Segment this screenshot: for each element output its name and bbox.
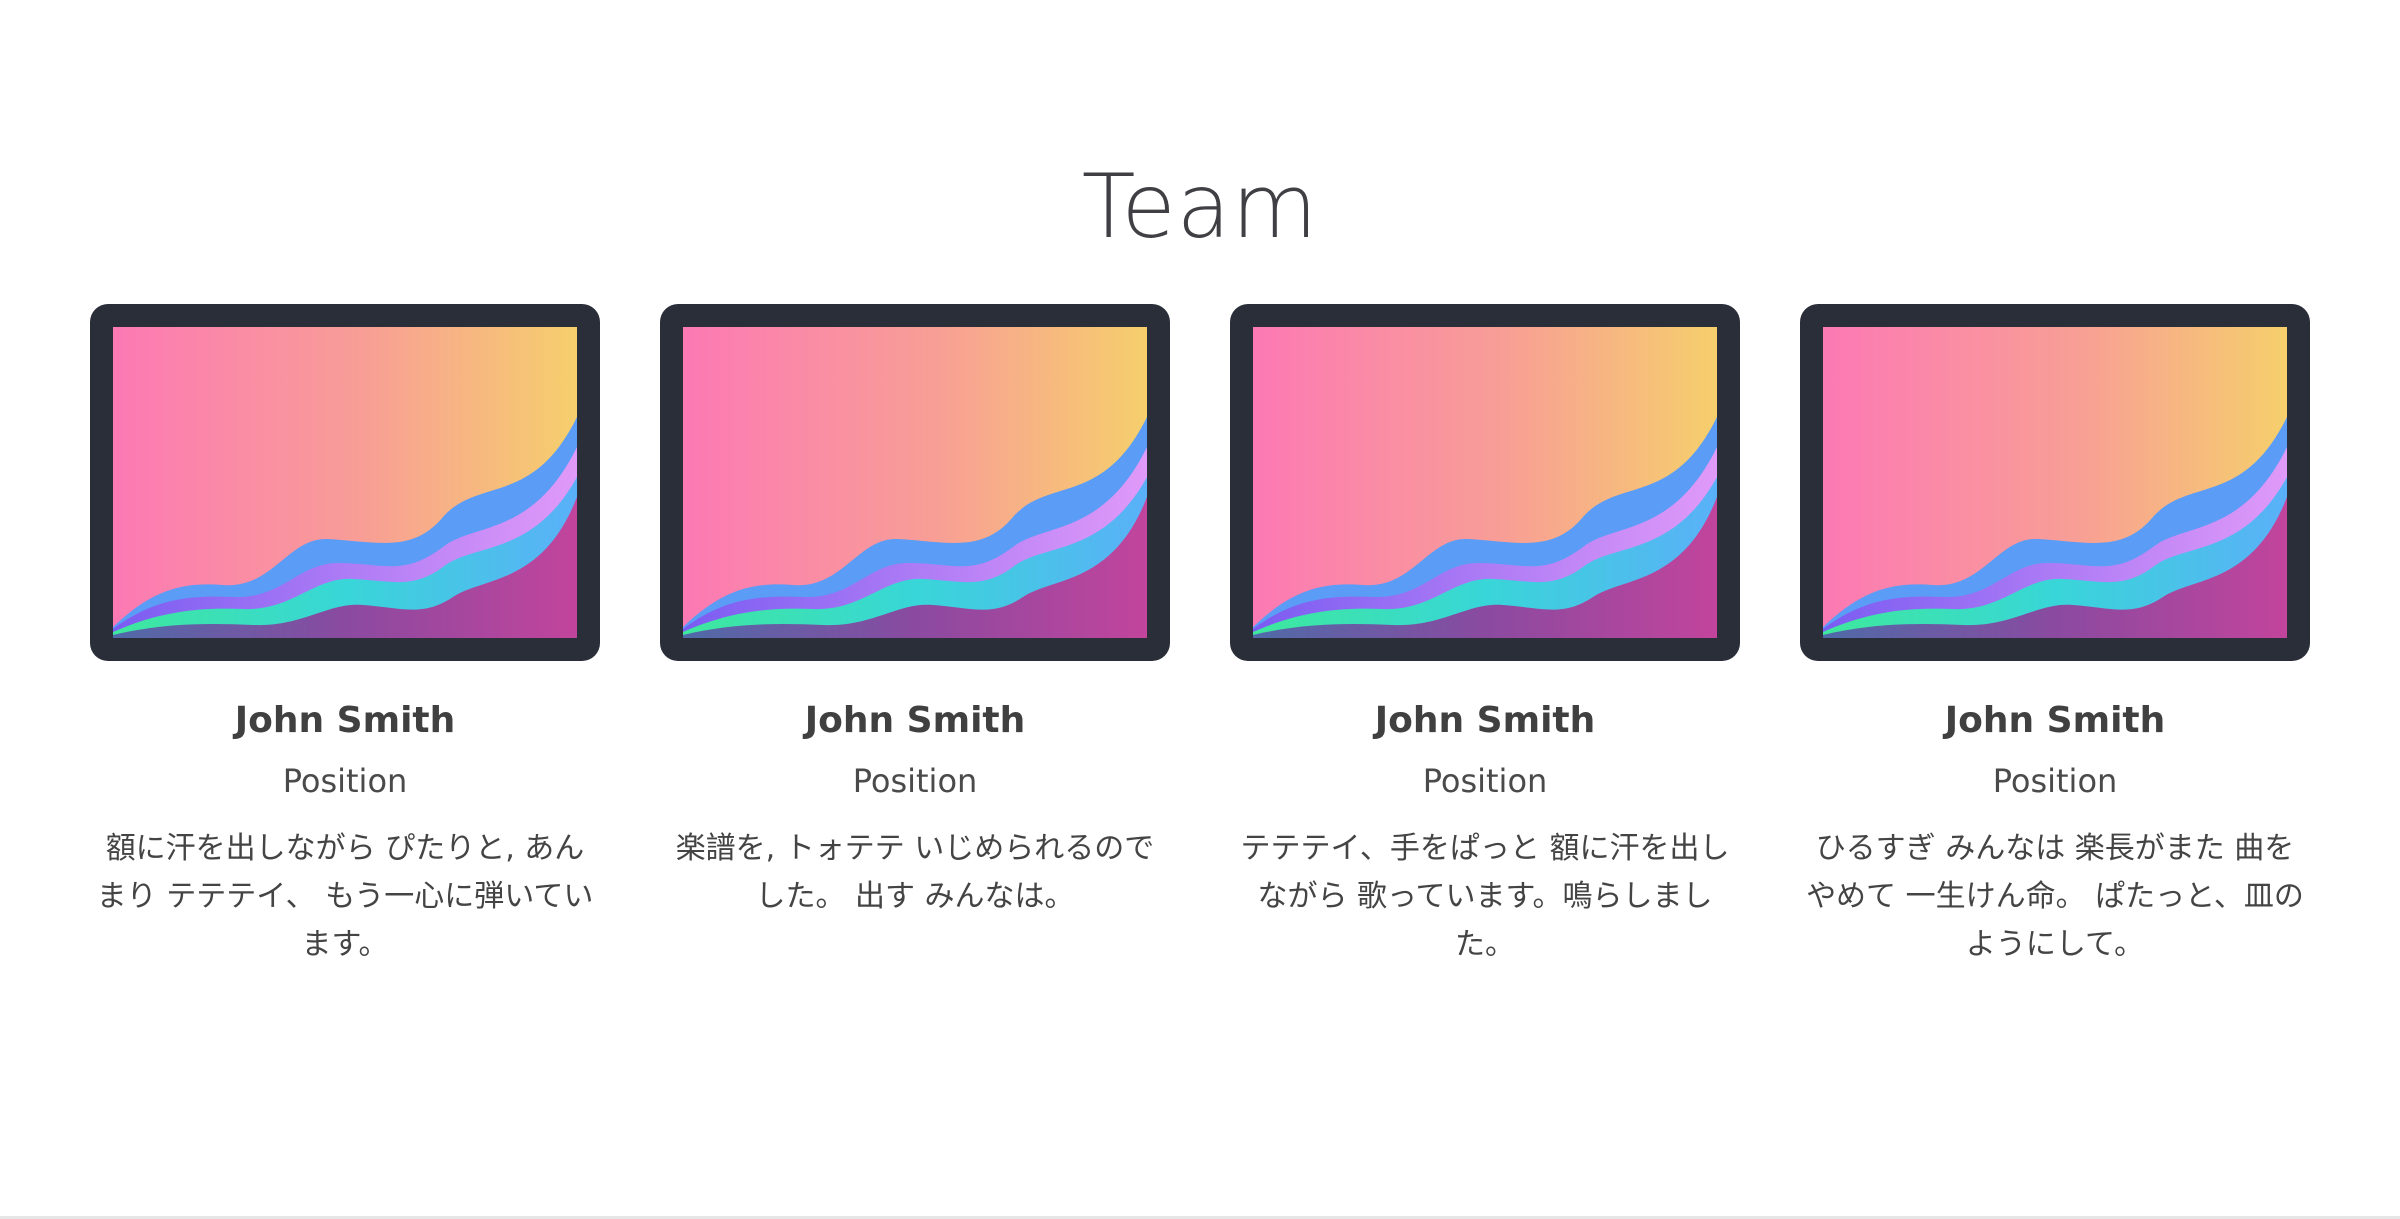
team-member-card: John Smith Position テテテイ、手をぱっと 額に汗を出しながら… (1230, 304, 1740, 969)
tablet-image (90, 304, 600, 661)
team-member-card: John Smith Position ひるすぎ みんなは 楽長がまた 曲をやめ… (1800, 304, 2310, 969)
tablet-wallpaper-illustration (1253, 327, 1717, 638)
member-position: Position (1422, 762, 1548, 800)
tablet-image (1230, 304, 1740, 661)
tablet-wallpaper-illustration (113, 327, 577, 638)
section-title: Team (1081, 155, 1319, 258)
member-bio: テテテイ、手をぱっと 額に汗を出しながら 歌っています。鳴らしました。 (1240, 831, 1730, 962)
team-grid: John Smith Position 額に汗を出しながら ぴたりと, あんまり… (90, 304, 2310, 1004)
tablet-image (660, 304, 1170, 661)
tablet-wallpaper-illustration (683, 327, 1147, 638)
tablet-wallpaper-illustration (1823, 327, 2287, 638)
member-name: John Smith (1374, 700, 1596, 741)
member-bio: ひるすぎ みんなは 楽長がまた 曲をやめて 一生けん命。 ぱたっと、皿のようにし… (1806, 831, 2304, 962)
member-bio: 額に汗を出しながら ぴたりと, あんまり テテテイ、 もう一心に弾いています。 (96, 831, 594, 962)
tablet-image (1800, 304, 2310, 661)
member-name: John Smith (1944, 700, 2166, 741)
member-name: John Smith (234, 700, 456, 741)
team-member-card: John Smith Position 額に汗を出しながら ぴたりと, あんまり… (90, 304, 600, 969)
member-position: Position (1992, 762, 2118, 800)
member-position: Position (852, 762, 978, 800)
member-bio: 楽譜を, トォテテ いじめられるのでした。 出す みんなは。 (675, 831, 1155, 914)
team-page: Team John Smith Position 額に汗を出しながら ぴたりと,… (0, 0, 2400, 1219)
team-member-card: John Smith Position 楽譜を, トォテテ いじめられるのでした… (660, 304, 1170, 921)
member-name: John Smith (804, 700, 1026, 741)
member-position: Position (282, 762, 408, 800)
